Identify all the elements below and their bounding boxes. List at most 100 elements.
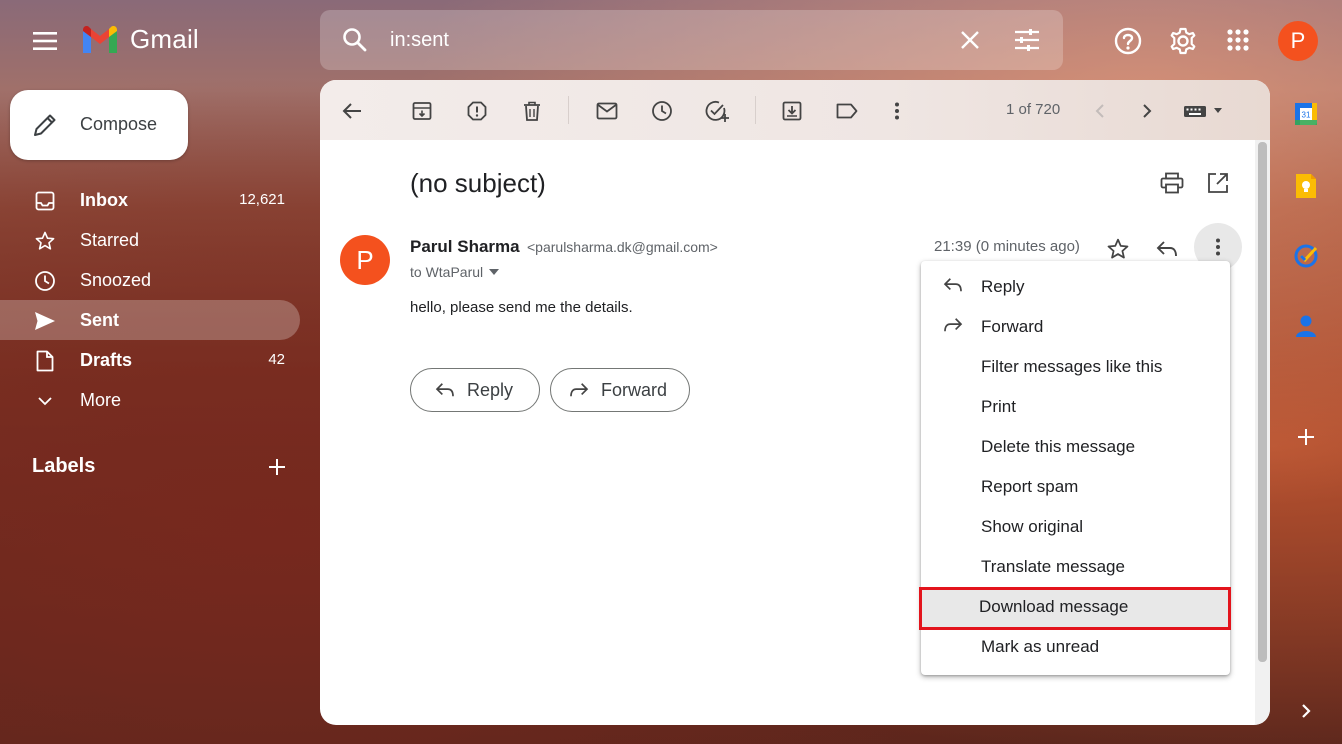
move-to-icon[interactable] (780, 99, 804, 123)
recipient-line: to WtaParul (410, 264, 484, 280)
sidebar-item-label: Snoozed (80, 270, 152, 290)
mark-unread-mail-icon[interactable] (595, 99, 619, 123)
forward-button[interactable]: Forward (550, 368, 690, 412)
star-icon[interactable] (1107, 238, 1129, 260)
calendar-app-icon[interactable]: 31 (1293, 101, 1319, 127)
menu-item-filter-messages[interactable]: Filter messages like this (921, 347, 1230, 387)
menu-item-label: Mark as unread (981, 637, 1100, 656)
more-vert-icon[interactable] (885, 99, 909, 123)
draft-file-icon (34, 350, 56, 372)
menu-item-report-spam[interactable]: Report spam (921, 467, 1230, 507)
labels-heading: Labels (32, 455, 96, 477)
delete-trash-icon[interactable] (520, 99, 544, 123)
tasks-app-icon[interactable] (1293, 243, 1319, 269)
search-input[interactable] (390, 25, 930, 55)
menu-item-delete-message[interactable]: Delete this message (921, 427, 1230, 467)
menu-item-forward[interactable]: Forward (921, 307, 1230, 347)
settings-gear-icon[interactable] (1169, 27, 1197, 55)
menu-item-reply[interactable]: Reply (921, 267, 1230, 307)
sender-email: <parulsharma.dk@gmail.com> (527, 239, 718, 255)
message-time: 21:39 (0 minutes ago) (934, 238, 1080, 255)
menu-item-print[interactable]: Print (921, 387, 1230, 427)
menu-item-label: Forward (981, 317, 1044, 336)
app-name: Gmail (130, 24, 199, 54)
sidebar-item-inbox[interactable]: Inbox 12,621 (0, 180, 300, 220)
menu-item-show-original[interactable]: Show original (921, 507, 1230, 547)
help-icon[interactable] (1114, 27, 1142, 55)
clear-search-icon[interactable] (960, 30, 980, 50)
sidebar-item-drafts[interactable]: Drafts 42 (0, 340, 300, 380)
calendar-day: 31 (1302, 111, 1311, 120)
menu-item-download-message[interactable]: Download message (919, 587, 1231, 630)
send-icon (34, 310, 56, 332)
message-toolbar: 1 of 720 (320, 80, 1270, 140)
menu-item-label: Delete this message (981, 437, 1136, 456)
scrollbar-thumb[interactable] (1258, 142, 1267, 662)
sidebar-item-snoozed[interactable]: Snoozed (0, 260, 300, 300)
archive-icon[interactable] (410, 99, 434, 123)
message-options-menu: Reply Forward Filter messages like this … (919, 261, 1231, 675)
snooze-clock-icon[interactable] (650, 99, 674, 123)
sidebar-item-count: 12,621 (239, 191, 285, 208)
chevron-down-icon (34, 390, 56, 412)
print-icon[interactable] (1160, 172, 1184, 194)
hamburger-icon (33, 32, 57, 50)
sidebar-item-sent[interactable]: Sent (0, 300, 300, 340)
add-label-icon[interactable] (268, 458, 286, 476)
recipient-details-toggle[interactable]: to WtaParul (410, 264, 500, 280)
message-body: hello, please send me the details. (410, 299, 633, 316)
menu-item-label: Download message (979, 597, 1129, 616)
sidebar-item-more[interactable]: More (0, 380, 300, 420)
sidebar-item-starred[interactable]: Starred (0, 220, 300, 260)
search-options-icon[interactable] (1015, 29, 1039, 51)
add-task-icon[interactable] (705, 99, 729, 123)
apps-grid-icon[interactable] (1227, 29, 1249, 51)
menu-item-label: Filter messages like this (981, 357, 1163, 376)
sidebar-nav: Inbox 12,621 Starred Snoozed Sent Drafts… (0, 180, 300, 420)
forward-arrow-icon (569, 382, 589, 398)
pager-count: 1 of 720 (1006, 101, 1061, 118)
compose-button[interactable]: Compose (10, 90, 188, 160)
sender-avatar: P (340, 235, 390, 285)
toolbar-divider (568, 96, 569, 124)
reply-button-label: Reply (467, 379, 514, 400)
input-tools-keyboard-icon[interactable] (1182, 99, 1226, 123)
contacts-app-icon[interactable] (1293, 313, 1319, 339)
search-icon[interactable] (342, 27, 368, 53)
sidebar-item-label: Sent (80, 310, 120, 330)
older-chevron-right-icon[interactable] (1135, 99, 1159, 123)
sidebar-item-count: 42 (268, 351, 285, 368)
menu-item-label: Report spam (981, 477, 1079, 496)
reply-button[interactable]: Reply (410, 368, 540, 412)
more-vert-icon (1216, 238, 1220, 256)
account-avatar[interactable]: P (1278, 21, 1318, 61)
sidebar-item-label: Inbox (80, 190, 128, 210)
sidebar-item-label: Starred (80, 230, 140, 250)
star-icon (34, 230, 56, 252)
open-new-window-icon[interactable] (1207, 172, 1229, 194)
keep-app-icon[interactable] (1293, 173, 1319, 199)
menu-item-translate-message[interactable]: Translate message (921, 547, 1230, 587)
gmail-m-icon (83, 25, 117, 53)
back-arrow-icon[interactable] (340, 99, 364, 123)
reply-arrow-icon[interactable] (1156, 240, 1178, 258)
message-subject: (no subject) (410, 168, 546, 198)
sender-name: Parul Sharma (410, 237, 520, 256)
gmail-logo[interactable]: Gmail (80, 24, 199, 55)
compose-label: Compose (80, 114, 158, 134)
label-tag-icon[interactable] (835, 99, 859, 123)
inbox-icon (34, 190, 56, 212)
show-side-panel-chevron-right-icon[interactable] (1293, 698, 1319, 724)
menu-item-mark-unread[interactable]: Mark as unread (921, 627, 1230, 667)
report-spam-icon[interactable] (465, 99, 489, 123)
search-bar (320, 10, 1063, 70)
newer-chevron-left-icon[interactable] (1088, 99, 1112, 123)
forward-button-label: Forward (601, 379, 668, 400)
toolbar-divider (755, 96, 756, 124)
main-menu-button[interactable] (28, 26, 62, 56)
clock-icon (34, 270, 56, 292)
sidebar-item-label: Drafts (80, 350, 133, 370)
reply-arrow-icon (435, 382, 455, 398)
pencil-icon (32, 112, 58, 138)
get-addons-plus-icon[interactable] (1293, 424, 1319, 450)
